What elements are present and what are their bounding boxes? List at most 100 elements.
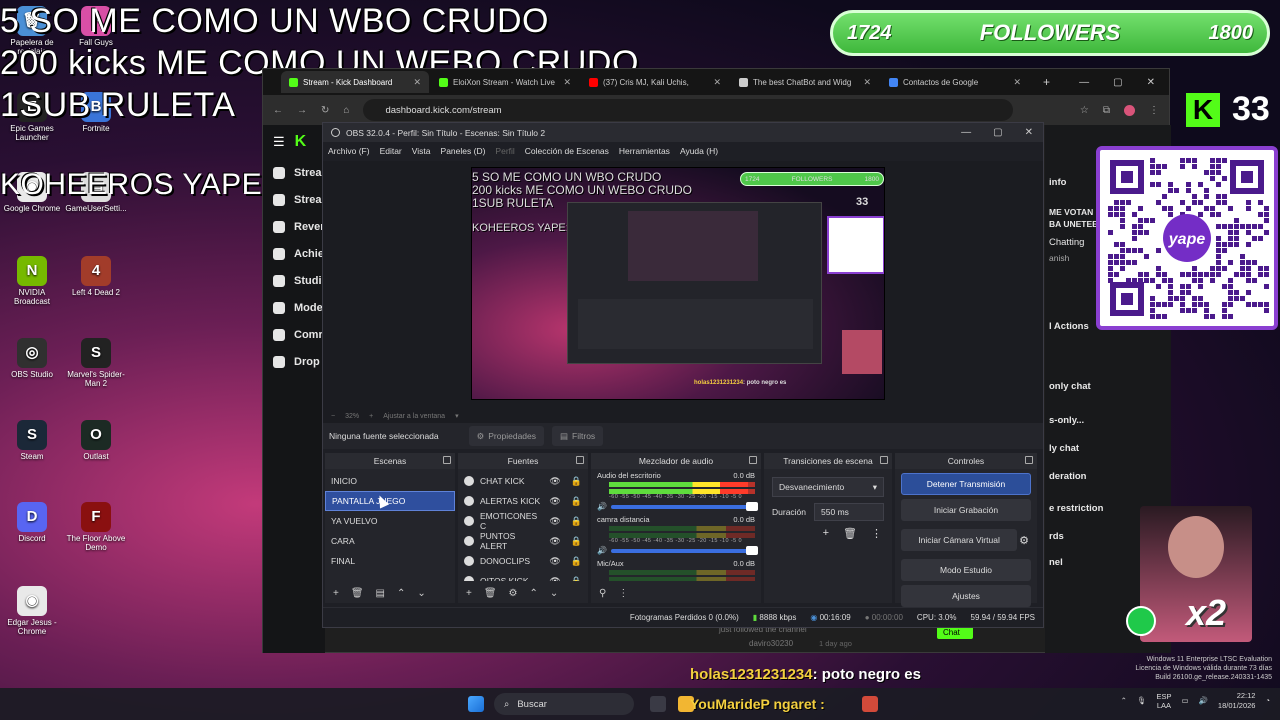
maximize-icon[interactable]: ▢ [993, 127, 1002, 138]
start-recording-button[interactable]: Iniciar Grabación [901, 499, 1031, 521]
start-icon[interactable] [468, 696, 484, 712]
move-down-icon[interactable]: ⌄ [550, 588, 558, 599]
add-icon[interactable]: + [333, 588, 339, 599]
kick-nav-item[interactable]: Mode [263, 294, 325, 321]
eye-icon[interactable]: 👁 [549, 556, 560, 567]
obs-menu-item[interactable]: Ayuda (H) [680, 146, 718, 156]
taskbar-app-icon[interactable] [862, 696, 878, 712]
lock-icon[interactable]: 🔒 [571, 536, 582, 547]
followers-only-chat[interactable]: only chat [1045, 381, 1171, 392]
tray-overflow-icon[interactable]: ⌃ [1121, 696, 1127, 705]
desktop-icon[interactable]: ◎ OBS Studio [0, 338, 64, 380]
scene-item[interactable]: INICIO [325, 471, 455, 491]
lock-icon[interactable]: 🔒 [571, 496, 582, 507]
tab-close-icon[interactable]: ✕ [563, 77, 571, 88]
moderation-label[interactable]: deration [1045, 471, 1171, 482]
menu-icon[interactable]: ⋮ [871, 527, 882, 540]
filter-icon[interactable]: ▤ [376, 588, 385, 599]
source-item[interactable]: ALERTAS KICK 👁 🔒 [458, 491, 588, 511]
start-virtual-camera-button[interactable]: Iniciar Cámara Virtual [901, 529, 1018, 551]
tab-close-icon[interactable]: ✕ [713, 77, 721, 88]
move-up-icon[interactable]: ⌃ [530, 588, 538, 599]
desktop-icon[interactable]: O Outlast [64, 420, 128, 462]
stop-streaming-button[interactable]: Detener Transmisión [901, 473, 1031, 495]
language-indicator[interactable]: ESP LAA [1156, 692, 1171, 710]
dock-popout-icon[interactable] [576, 456, 584, 464]
desktop-icon[interactable]: S Steam [0, 420, 64, 462]
lock-icon[interactable]: 🔒 [571, 556, 582, 567]
minimize-icon[interactable]: — [1079, 77, 1089, 88]
scene-item[interactable]: YA VUELVO [325, 511, 455, 531]
zoom-out-icon[interactable]: − [331, 413, 335, 420]
subs-only-toggle-label[interactable]: s-only... [1045, 415, 1171, 426]
desktop-icon[interactable]: F The Floor Above Demo [64, 502, 128, 553]
volume-slider[interactable] [610, 501, 758, 511]
lock-icon[interactable]: 🔒 [571, 516, 582, 527]
close-icon[interactable]: ✕ [1147, 77, 1155, 88]
lock-icon[interactable]: 🔒 [571, 476, 582, 487]
gear-icon[interactable]: ⚙ [1019, 534, 1029, 547]
network-icon[interactable]: ▭ [1181, 696, 1188, 705]
zoom-in-icon[interactable]: + [369, 413, 373, 420]
fit-to-window[interactable]: Ajustar a la ventana [383, 413, 445, 420]
kick-nav-item[interactable]: Achie [263, 240, 325, 267]
desktop-icon[interactable]: N NVIDIA Broadcast [0, 256, 64, 307]
task-view-icon[interactable] [650, 696, 666, 712]
source-item[interactable]: CHAT KICK 👁 🔒 [458, 471, 588, 491]
kick-logo-icon[interactable]: K [295, 133, 307, 151]
obs-menu-item[interactable]: Archivo (F) [328, 146, 370, 156]
kick-nav-item[interactable]: Strea [263, 186, 325, 213]
dock-popout-icon[interactable] [880, 456, 888, 464]
eye-icon[interactable]: 👁 [549, 496, 560, 507]
obs-menu-item[interactable]: Herramientas [619, 146, 670, 156]
obs-menu-item[interactable]: Colección de Escenas [525, 146, 609, 156]
source-item[interactable]: OITOS KICK 👁 🔒 [458, 571, 588, 581]
lock-icon[interactable]: 🔒 [571, 576, 582, 582]
extensions-icon[interactable]: ⧉ [1103, 105, 1110, 116]
add-icon[interactable]: + [823, 527, 829, 540]
obs-menu-item[interactable]: Perfil [495, 146, 514, 156]
kick-nav-item[interactable]: Rever [263, 213, 325, 240]
eye-icon[interactable]: 👁 [549, 516, 560, 527]
gear-icon[interactable]: ⚙ [509, 588, 518, 599]
kick-nav-item[interactable]: Strea [263, 159, 325, 186]
profile-avatar[interactable] [1124, 104, 1135, 116]
hamburger-icon[interactable]: ☰ [273, 134, 285, 150]
maximize-icon[interactable]: ▢ [1113, 77, 1122, 88]
desktop-icon[interactable]: S Marvel's Spider-Man 2 [64, 338, 128, 389]
desktop-icon[interactable]: D Discord [0, 502, 64, 544]
kick-nav-item[interactable]: Studi [263, 267, 325, 294]
source-item[interactable]: DONOCLIPS 👁 🔒 [458, 551, 588, 571]
desktop-icon[interactable]: ◉ Edgar Jesus - Chrome [0, 586, 64, 637]
zoom-dropdown-icon[interactable]: ▾ [455, 412, 459, 420]
menu-icon[interactable]: ⋮ [618, 588, 628, 599]
scene-item[interactable]: FINAL [325, 551, 455, 571]
emote-only-chat[interactable]: ly chat [1045, 443, 1171, 454]
settings-button[interactable]: Ajustes [901, 585, 1031, 607]
volume-slider[interactable] [610, 545, 758, 555]
duration-input[interactable]: 550 ms [814, 503, 885, 521]
eye-icon[interactable]: 👁 [549, 536, 560, 547]
obs-menu-item[interactable]: Paneles (D) [441, 146, 486, 156]
desktop-icon[interactable]: 4 Left 4 Dead 2 [64, 256, 128, 298]
source-item[interactable]: PUNTOS ALERT 👁 🔒 [458, 531, 588, 551]
link-icon[interactable]: ⚲ [599, 588, 606, 599]
speaker-icon[interactable]: 🔊 [597, 546, 607, 555]
speaker-icon[interactable]: 🔊 [597, 502, 607, 511]
dock-popout-icon[interactable] [1025, 456, 1033, 464]
trash-icon[interactable]: 🗑 [351, 588, 364, 599]
menu-icon[interactable]: ⋮ [1149, 105, 1159, 116]
scene-item[interactable]: PANTALLA JUEGO [325, 491, 455, 511]
obs-menu-item[interactable]: Editar [380, 146, 402, 156]
move-down-icon[interactable]: ⌄ [417, 588, 425, 599]
close-icon[interactable]: ✕ [1025, 127, 1033, 138]
notification-icon[interactable]: ◔ [1265, 696, 1270, 705]
source-item[interactable]: EMOTICONES C 👁 🔒 [458, 511, 588, 531]
scene-item[interactable]: CARA [325, 531, 455, 551]
taskbar-search[interactable]: ⌕ Buscar [494, 693, 634, 715]
browser-tab[interactable]: EloiXon Stream - Watch Live ✕ [431, 71, 579, 93]
kick-nav-item[interactable]: Comr [263, 321, 325, 348]
tab-close-icon[interactable]: ✕ [413, 77, 421, 88]
move-up-icon[interactable]: ⌃ [397, 588, 405, 599]
transition-select[interactable]: Desvanecimiento ▾ [772, 477, 884, 497]
